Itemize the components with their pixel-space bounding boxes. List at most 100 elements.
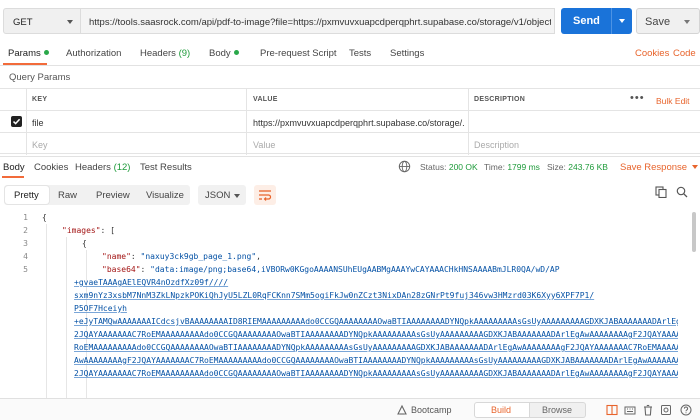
response-body-toolbar: Pretty Raw Preview Visualize JSON <box>0 180 700 208</box>
param-key-input[interactable]: file <box>32 118 44 128</box>
wrap-lines-button[interactable] <box>254 185 276 205</box>
view-visualize-button[interactable]: Visualize <box>146 190 184 201</box>
status-readout: Status: 200 OK <box>420 162 478 172</box>
time-value: 1799 ms <box>507 162 540 172</box>
column-divider <box>246 111 247 133</box>
more-options-icon[interactable]: ••• <box>630 92 645 104</box>
param-description-input[interactable] <box>474 118 624 128</box>
code-line: { <box>82 239 87 248</box>
indent-guide <box>46 224 47 398</box>
copy-icon[interactable] <box>655 186 667 198</box>
param-value-input[interactable]: https://pxmvuvxuapcdperqphrt.supabase.co… <box>253 118 465 128</box>
size-value: 243.76 KB <box>568 162 608 172</box>
new-description-input[interactable]: Description <box>474 140 519 150</box>
new-key-input[interactable]: Key <box>32 140 48 150</box>
tab-tests[interactable]: Tests <box>349 48 371 59</box>
trash-icon[interactable] <box>642 404 654 416</box>
wrapped-base64-line: +gvaeTAAAgAElEQVR4nOzdfXz09f//// <box>74 278 229 287</box>
bootcamp-icon[interactable] <box>396 404 408 416</box>
table-row: file https://pxmvuvxuapcdperqphrt.supaba… <box>0 110 700 133</box>
method-select[interactable]: GET <box>3 8 81 34</box>
status-label: Status: <box>420 162 447 172</box>
bootcamp-link[interactable]: Bootcamp <box>411 405 452 415</box>
tab-body[interactable]: Body <box>209 48 239 59</box>
active-tab-indicator <box>3 63 47 65</box>
code-line: "name": "naxuy3ck9gb_page_1.png", <box>102 252 261 261</box>
save-response-button[interactable]: Save Response <box>620 162 699 173</box>
tab-authorization[interactable]: Authorization <box>66 48 121 59</box>
url-input[interactable]: https://tools.saasrock.com/api/pdf-to-im… <box>81 8 555 34</box>
view-preview-button[interactable]: Preview <box>96 190 130 201</box>
format-select[interactable]: JSON <box>198 185 246 205</box>
cookie-capture-icon[interactable] <box>660 404 672 416</box>
send-options-chevron-icon[interactable] <box>619 19 625 23</box>
column-divider <box>468 111 469 133</box>
line-number: 1 <box>23 213 28 222</box>
json-key: "name" <box>102 252 131 261</box>
body-active-dot <box>233 50 239 55</box>
globe-icon[interactable] <box>398 160 411 173</box>
keyboard-icon[interactable] <box>624 404 636 416</box>
search-icon[interactable] <box>676 186 688 198</box>
wrapped-base64-line: +eJyTAMQwAAAAAAAICdcsjvBAAAAAAAAID8RIEMA… <box>74 317 678 326</box>
save-options-chevron-icon[interactable] <box>684 20 690 24</box>
code-link[interactable]: Code <box>673 48 696 59</box>
method-label: GET <box>13 17 33 28</box>
response-tab-headers-label: Headers <box>75 162 111 173</box>
build-label: Build <box>491 405 512 415</box>
request-tabs: Params Authorization Headers (9) Body Pr… <box>0 42 700 66</box>
query-params-title: Query Params <box>9 72 71 83</box>
wrapped-base64-line: RoEMAAAAAAAAAdo0CCGQAAAAAAAAOwaBTIAAAAAA… <box>74 343 678 352</box>
response-tab-body[interactable]: Body <box>3 162 25 173</box>
time-label: Time: <box>484 162 505 172</box>
params-table-header: KEY VALUE DESCRIPTION ••• Bulk Edit <box>0 88 700 111</box>
response-tab-cookies[interactable]: Cookies <box>34 162 68 173</box>
wrapped-base64-line: P5OF7Hceiyh <box>74 304 127 313</box>
tab-pre-request-script[interactable]: Pre-request Script <box>260 48 337 59</box>
column-divider <box>468 89 469 111</box>
wrapped-base64-line: 2JQAYAAAAAAAC7RoEMAAAAAAAAAdo0CCGQAAAAAA… <box>74 369 678 378</box>
wrap-lines-icon <box>259 190 272 201</box>
param-enabled-checkbox[interactable] <box>11 116 22 127</box>
tab-headers[interactable]: Headers (9) <box>140 48 190 59</box>
tab-body-label: Body <box>209 48 231 59</box>
line-number: 3 <box>23 239 28 248</box>
tab-settings[interactable]: Settings <box>390 48 424 59</box>
json-string: "naxuy3ck9gb_page_1.png" <box>140 252 257 261</box>
table-row-empty: Key Value Description <box>0 132 700 155</box>
column-value: VALUE <box>253 96 278 103</box>
new-value-input[interactable]: Value <box>253 140 275 150</box>
tab-headers-label: Headers <box>140 48 176 59</box>
column-description: DESCRIPTION <box>474 96 526 103</box>
format-label: JSON <box>205 190 231 201</box>
tab-params[interactable]: Params <box>8 48 49 59</box>
column-divider <box>26 133 27 155</box>
column-divider <box>26 111 27 133</box>
code-line: "images": [ <box>62 226 115 235</box>
view-raw-button[interactable]: Raw <box>58 190 77 201</box>
send-button[interactable]: Send <box>561 8 632 34</box>
json-punct: : [ <box>100 226 115 235</box>
response-tab-headers[interactable]: Headers (12) <box>75 162 130 173</box>
view-mode-selector: Pretty Raw Preview Visualize <box>4 185 190 205</box>
active-response-tab-indicator <box>2 176 24 178</box>
layout-split-icon[interactable] <box>606 404 618 416</box>
response-headers-count: (12) <box>113 162 131 173</box>
save-button[interactable]: Save <box>636 8 700 34</box>
response-tab-test-results[interactable]: Test Results <box>140 162 192 173</box>
status-bar: Bootcamp Build Browse <box>0 398 700 420</box>
browse-mode-button[interactable]: Browse <box>530 402 586 418</box>
editor-scrollbar[interactable] <box>692 212 696 252</box>
build-mode-button[interactable]: Build <box>474 402 530 418</box>
size-readout: Size: 243.76 KB <box>547 162 608 172</box>
cookies-link[interactable]: Cookies <box>635 48 669 59</box>
wrapped-base64-line: 2JQAYAAAAAAAC7RoEMAAAAAAAAAdo0CCGQAAAAAA… <box>74 330 678 339</box>
save-response-label: Save Response <box>620 162 688 173</box>
help-icon[interactable] <box>680 404 692 416</box>
view-pretty-button[interactable]: Pretty <box>14 190 39 201</box>
column-divider <box>246 89 247 111</box>
code-line: { <box>42 213 47 222</box>
bulk-edit-link[interactable]: Bulk Edit <box>656 96 690 106</box>
response-body-editor[interactable]: 1 2 3 4 5 { "images": [ { "name": "naxuy… <box>0 210 700 398</box>
status-value: 200 OK <box>448 162 478 172</box>
